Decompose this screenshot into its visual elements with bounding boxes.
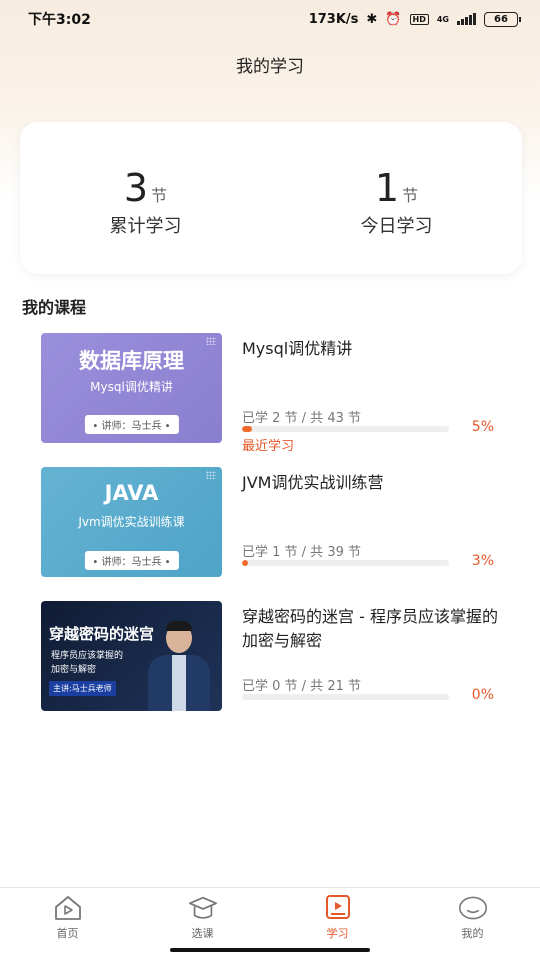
dots-decoration (206, 471, 216, 479)
battery-level: 66 (494, 13, 508, 25)
thumb-subtitle: Mysql调优精讲 (90, 380, 173, 394)
stat-today-label: 今日学习 (360, 216, 433, 237)
course-progress-percent: 0% (471, 687, 494, 703)
home-indicator[interactable] (170, 948, 370, 952)
tab-label: 首页 (56, 927, 79, 940)
thumb-subtitle-line1: 程序员应该掌握的 (51, 651, 124, 661)
study-book-icon (323, 894, 353, 922)
graduation-cap-icon (188, 894, 218, 922)
stat-today: 1 节 今日学习 (271, 122, 522, 274)
thumb-title: 穿越密码的迷宫 (49, 625, 155, 643)
course-thumbnail[interactable]: 数据库原理 Mysql调优精讲 • 讲师：马士兵 • (41, 333, 222, 443)
stat-total: 3 节 累计学习 (20, 122, 271, 274)
thumb-title: JAVA (104, 481, 159, 505)
thumb-lecturer-tag: • 讲师：马士兵 • (84, 415, 179, 434)
network-speed: 173K/s (308, 11, 359, 27)
stat-total-label: 累计学习 (109, 216, 182, 237)
status-time: 下午3:02 (28, 12, 91, 28)
stat-today-value: 1 (374, 166, 400, 210)
course-item-jvm[interactable]: JAVA Jvm调优实战训练课 • 讲师：马士兵 • JVM调优实战训练营 已学… (41, 467, 521, 577)
tab-label: 选课 (191, 927, 214, 940)
network-type: 4G (436, 14, 449, 24)
status-icons: 173K/s ✱ ⏰ HD 4G 66 (308, 11, 521, 27)
thumb-lecturer-tag: 主讲:马士兵老师 (49, 681, 116, 696)
home-play-icon (53, 894, 83, 922)
lecturer-photo (144, 611, 214, 711)
thumb-subtitle: Jvm调优实战训练课 (78, 515, 185, 529)
profile-face-icon (458, 894, 488, 922)
tab-label: 我的 (461, 927, 484, 940)
course-progress-text: 已学 0 节 / 共 21 节 (242, 679, 361, 694)
stats-card: 3 节 累计学习 1 节 今日学习 (20, 122, 522, 274)
stat-total-value: 3 (123, 166, 149, 210)
course-thumbnail[interactable]: 穿越密码的迷宫 程序员应该掌握的 加密与解密 主讲:马士兵老师 (41, 601, 222, 711)
dots-decoration (206, 337, 216, 345)
thumb-lecturer-tag: • 讲师：马士兵 • (84, 551, 179, 570)
course-progress-fill (242, 426, 253, 432)
section-title: 我的课程 (22, 298, 87, 317)
course-progress-text: 已学 2 节 / 共 43 节 (242, 411, 361, 426)
recent-study-badge: 最近学习 (242, 439, 295, 454)
stat-total-unit: 节 (151, 186, 168, 205)
course-item-mysql[interactable]: 数据库原理 Mysql调优精讲 • 讲师：马士兵 • Mysql调优精讲 已学 … (41, 333, 521, 454)
tab-label: 学习 (326, 927, 349, 940)
alarm-icon: ⏰ (385, 11, 402, 27)
signal-icon (457, 13, 476, 25)
course-progress-fill (242, 560, 249, 566)
course-title[interactable]: Mysql调优精讲 (242, 337, 512, 361)
status-bar: 下午3:02 173K/s ✱ ⏰ HD 4G 66 (0, 0, 540, 38)
course-progress-text: 已学 1 节 / 共 39 节 (242, 545, 361, 560)
stat-today-unit: 节 (402, 186, 419, 205)
course-thumbnail[interactable]: JAVA Jvm调优实战训练课 • 讲师：马士兵 • (41, 467, 222, 577)
tab-home[interactable]: 首页 (0, 888, 135, 960)
course-item-crypto[interactable]: 穿越密码的迷宫 程序员应该掌握的 加密与解密 主讲:马士兵老师 穿越密码的迷宫 … (41, 601, 521, 711)
tab-mine[interactable]: 我的 (405, 888, 540, 960)
course-progress-percent: 3% (471, 553, 494, 569)
course-progress-bar (242, 694, 449, 700)
thumb-subtitle-line2: 加密与解密 (51, 665, 97, 675)
battery-icon: 66 (484, 11, 521, 27)
course-title[interactable]: 穿越密码的迷宫 - 程序员应该掌握的加密与解密 (242, 605, 512, 653)
bluetooth-icon: ✱ (366, 11, 378, 27)
course-progress-bar (242, 426, 449, 432)
thumb-title: 数据库原理 (79, 349, 184, 373)
course-title[interactable]: JVM调优实战训练营 (242, 471, 512, 495)
hd-icon: HD (409, 13, 429, 25)
course-progress-percent: 5% (471, 419, 494, 435)
course-progress-bar (242, 560, 449, 566)
page-title: 我的学习 (236, 57, 304, 77)
